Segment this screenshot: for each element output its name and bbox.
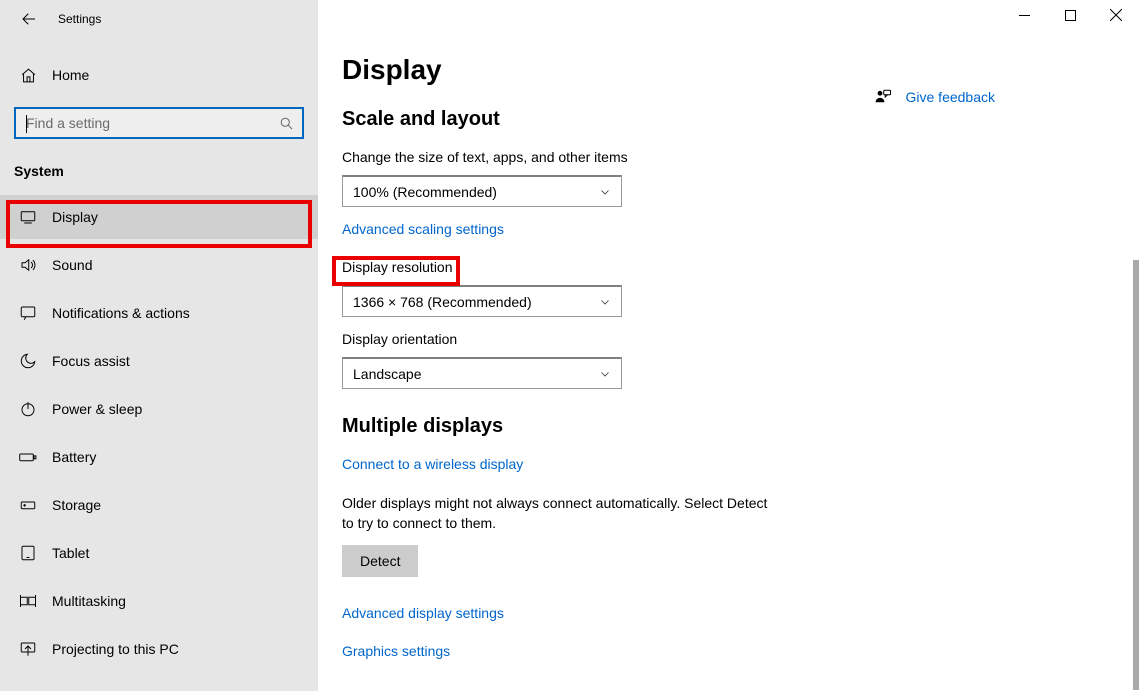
- sidebar-item-storage[interactable]: Storage: [0, 483, 318, 527]
- sidebar-item-label: Storage: [52, 497, 101, 513]
- graphics-settings-link[interactable]: Graphics settings: [342, 643, 450, 659]
- sidebar-item-label: Sound: [52, 257, 92, 273]
- maximize-button[interactable]: [1047, 0, 1093, 30]
- advanced-display-link[interactable]: Advanced display settings: [342, 605, 504, 621]
- search-input[interactable]: [16, 110, 302, 136]
- wireless-display-link[interactable]: Connect to a wireless display: [342, 456, 523, 472]
- sidebar-item-label: Multitasking: [52, 593, 126, 609]
- scale-value: 100% (Recommended): [353, 184, 497, 200]
- sidebar-header: Settings: [0, 0, 318, 38]
- storage-icon: [18, 496, 38, 514]
- resolution-heading: Display resolution: [342, 259, 453, 275]
- page-title: Display: [342, 54, 1139, 86]
- orientation-label: Display orientation: [342, 331, 1139, 347]
- back-button[interactable]: [14, 4, 44, 34]
- power-icon: [18, 400, 38, 418]
- projecting-icon: [18, 640, 38, 658]
- battery-icon: [18, 448, 38, 466]
- sidebar-item-label: Power & sleep: [52, 401, 142, 417]
- scale-dropdown[interactable]: 100% (Recommended): [342, 175, 622, 207]
- tablet-icon: [18, 544, 38, 562]
- sidebar-item-label: Projecting to this PC: [52, 641, 179, 657]
- feedback-icon: [874, 88, 892, 106]
- sidebar-item-power-sleep[interactable]: Power & sleep: [0, 387, 318, 431]
- sidebar-item-label: Tablet: [52, 545, 89, 561]
- resolution-value: 1366 × 768 (Recommended): [353, 294, 532, 310]
- feedback-link[interactable]: Give feedback: [906, 89, 996, 105]
- detect-description: Older displays might not always connect …: [342, 494, 782, 533]
- chevron-down-icon: [599, 186, 611, 198]
- sidebar-item-notifications[interactable]: Notifications & actions: [0, 291, 318, 335]
- search-container: [14, 107, 304, 139]
- search-icon: [279, 116, 294, 131]
- search-box[interactable]: [14, 107, 304, 139]
- home-nav[interactable]: Home: [0, 54, 318, 96]
- window-title: Settings: [58, 12, 101, 26]
- chevron-down-icon: [599, 368, 611, 380]
- sidebar-item-battery[interactable]: Battery: [0, 435, 318, 479]
- sidebar: Settings Home: [0, 0, 318, 691]
- window-controls: [1001, 0, 1139, 30]
- advanced-scaling-link[interactable]: Advanced scaling settings: [342, 221, 504, 237]
- sidebar-item-projecting[interactable]: Projecting to this PC: [0, 627, 318, 671]
- sidebar-item-multitasking[interactable]: Multitasking: [0, 579, 318, 623]
- close-button[interactable]: [1093, 0, 1139, 30]
- sidebar-item-label: Notifications & actions: [52, 305, 190, 321]
- chevron-down-icon: [599, 296, 611, 308]
- sidebar-item-label: Battery: [52, 449, 96, 465]
- sound-icon: [18, 256, 38, 274]
- nav-list: Display Sound: [0, 191, 318, 671]
- display-icon: [18, 208, 38, 226]
- feedback-section: Give feedback: [874, 88, 996, 106]
- main-content: Display Scale and layout Change the size…: [318, 0, 1139, 691]
- text-cursor: [26, 115, 27, 133]
- sidebar-item-sound[interactable]: Sound: [0, 243, 318, 287]
- sidebar-item-focus-assist[interactable]: Focus assist: [0, 339, 318, 383]
- minimize-button[interactable]: [1001, 0, 1047, 30]
- vertical-scrollbar[interactable]: [1133, 260, 1139, 690]
- focus-assist-icon: [18, 352, 38, 370]
- app-window: Settings Home: [0, 0, 1139, 691]
- sidebar-item-tablet[interactable]: Tablet: [0, 531, 318, 575]
- multitasking-icon: [18, 592, 38, 610]
- section-multiple-displays: Multiple displays: [342, 415, 1139, 438]
- notifications-icon: [18, 304, 38, 322]
- detect-button[interactable]: Detect: [342, 545, 418, 577]
- home-label: Home: [52, 67, 89, 83]
- section-scale-layout: Scale and layout: [342, 108, 1139, 131]
- sidebar-item-label: Display: [52, 209, 98, 225]
- scale-label: Change the size of text, apps, and other…: [342, 149, 1139, 165]
- sidebar-item-display[interactable]: Display: [0, 195, 318, 239]
- orientation-value: Landscape: [353, 366, 422, 382]
- orientation-dropdown[interactable]: Landscape: [342, 357, 622, 389]
- sidebar-item-label: Focus assist: [52, 353, 130, 369]
- sidebar-section-header: System: [14, 163, 318, 179]
- home-icon: [18, 67, 38, 84]
- resolution-dropdown[interactable]: 1366 × 768 (Recommended): [342, 285, 622, 317]
